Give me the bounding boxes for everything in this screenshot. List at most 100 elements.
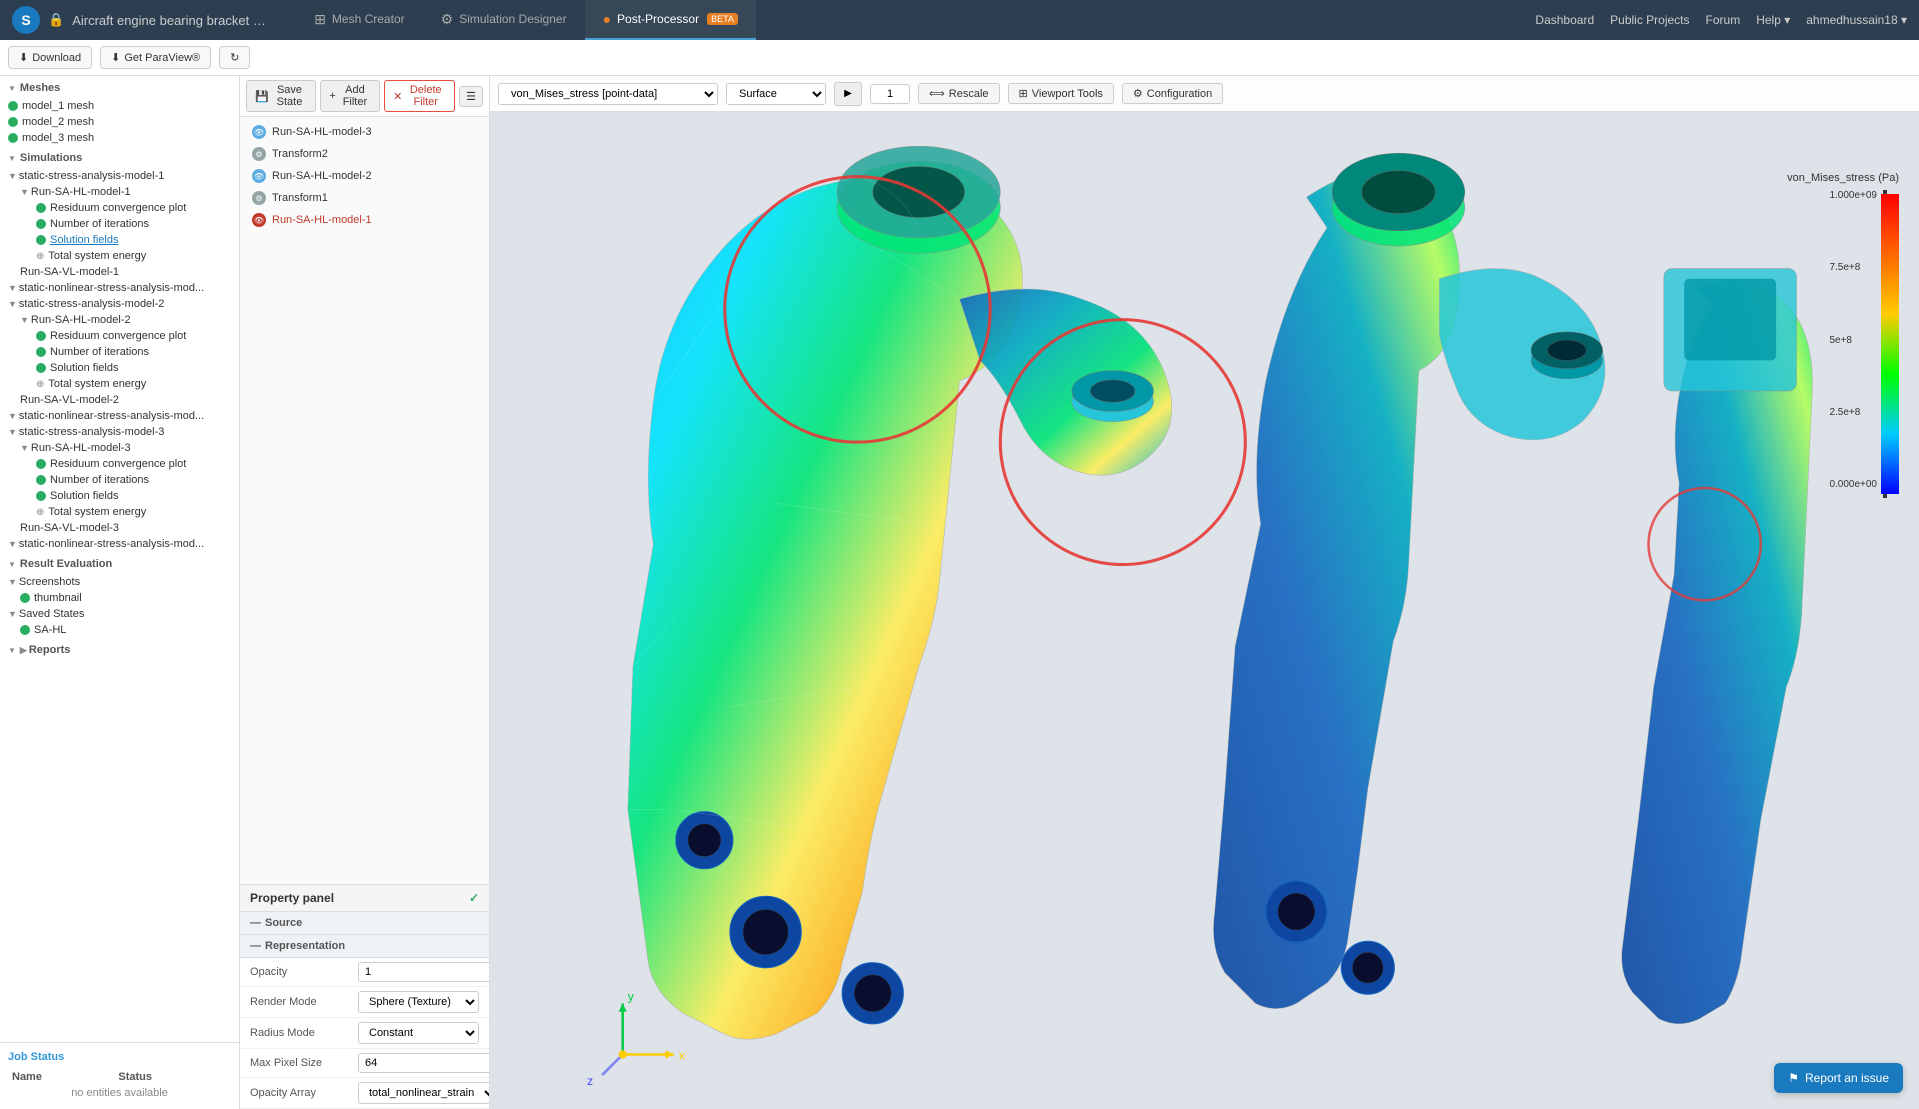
pipeline-item-transform2[interactable]: ⚙ Transform2 bbox=[240, 143, 489, 165]
tree-label: Solution fields bbox=[50, 362, 119, 374]
simulations-section-header[interactable]: Simulations bbox=[0, 146, 239, 168]
opacity-array-select[interactable]: total_nonlinear_strain von_Mises_stress bbox=[358, 1082, 489, 1104]
tree-model-2-mesh[interactable]: model_2 mesh bbox=[0, 114, 239, 130]
nav-public-projects-link[interactable]: Public Projects bbox=[1610, 13, 1689, 27]
tree-solution-fields-2[interactable]: Solution fields bbox=[0, 360, 239, 376]
tree-static-nonlinear-3[interactable]: ▼ static-nonlinear-stress-analysis-mod..… bbox=[0, 536, 239, 552]
rescale-label: Rescale bbox=[949, 88, 989, 100]
tree-run-sa-vl-1[interactable]: Run-SA-VL-model-1 bbox=[0, 264, 239, 280]
paraview-icon: ⬇ bbox=[111, 51, 120, 64]
legend-bar bbox=[1881, 194, 1899, 494]
tree-label: Run-SA-VL-model-3 bbox=[20, 522, 119, 534]
tree-model-3-mesh[interactable]: model_3 mesh bbox=[0, 130, 239, 146]
collapse-icon: — bbox=[250, 940, 261, 952]
download-button[interactable]: ⬇ Download bbox=[8, 46, 92, 69]
tree-static-nonlinear-2[interactable]: ▼ static-nonlinear-stress-analysis-mod..… bbox=[0, 408, 239, 424]
tree-label-link[interactable]: Solution fields bbox=[50, 234, 119, 246]
property-panel-header[interactable]: Property panel ✓ bbox=[240, 885, 489, 912]
tree-system-energy-1[interactable]: ⊕ Total system energy bbox=[0, 248, 239, 264]
tree-label: Run-SA-VL-model-2 bbox=[20, 394, 119, 406]
left-sidebar: Meshes model_1 mesh model_2 mesh model_3… bbox=[0, 76, 240, 1109]
tree-sa-hl[interactable]: SA-HL bbox=[0, 622, 239, 638]
meshes-section-header[interactable]: Meshes bbox=[0, 76, 239, 98]
tree-thumbnail[interactable]: thumbnail bbox=[0, 590, 239, 606]
tree-solution-fields-3[interactable]: Solution fields bbox=[0, 488, 239, 504]
refresh-button[interactable]: ↻ bbox=[219, 46, 250, 69]
source-section-header[interactable]: — Source bbox=[240, 912, 489, 935]
tree-label: Run-SA-VL-model-1 bbox=[20, 266, 119, 278]
tree-static-1[interactable]: ▼ static-stress-analysis-model-1 bbox=[0, 168, 239, 184]
pipeline-extra-button[interactable]: ☰ bbox=[459, 86, 483, 107]
save-state-button[interactable]: 💾 Save State bbox=[246, 80, 316, 112]
pipeline-item-transform1[interactable]: ⚙ Transform1 bbox=[240, 187, 489, 209]
reports-label: Reports bbox=[29, 644, 71, 656]
tree-label: Run-SA-HL-model-3 bbox=[31, 442, 131, 454]
representation-select[interactable]: Surface Wireframe Points bbox=[726, 83, 826, 105]
tab-post-processor[interactable]: ● Post-Processor BETA bbox=[585, 0, 756, 40]
frame-input[interactable] bbox=[870, 84, 910, 104]
tree-residuum-3[interactable]: Residuum convergence plot bbox=[0, 456, 239, 472]
get-paraview-button[interactable]: ⬇ Get ParaView® bbox=[100, 46, 211, 69]
tree-run-sa-hl-2[interactable]: ▼ Run-SA-HL-model-2 bbox=[0, 312, 239, 328]
tree-static-nonlinear-1[interactable]: ▼ static-nonlinear-stress-analysis-mod..… bbox=[0, 280, 239, 296]
result-eval-label: Result Evaluation bbox=[20, 558, 112, 570]
tree-system-energy-3[interactable]: ⊕ Total system energy bbox=[0, 504, 239, 520]
tree-run-sa-hl-1[interactable]: ▼ Run-SA-HL-model-1 bbox=[0, 184, 239, 200]
pipeline-item-run-sa-hl-3[interactable]: 👁 Run-SA-HL-model-3 bbox=[240, 121, 489, 143]
report-issue-button[interactable]: ⚑ Report an issue bbox=[1774, 1063, 1903, 1093]
viewport-tools-label: Viewport Tools bbox=[1032, 88, 1103, 100]
configuration-button[interactable]: ⚙ Configuration bbox=[1122, 83, 1223, 104]
result-eval-header[interactable]: Result Evaluation bbox=[0, 552, 239, 574]
delete-filter-button[interactable]: ✕ Delete Filter bbox=[384, 80, 455, 112]
tree-label: static-nonlinear-stress-analysis-mod... bbox=[19, 538, 204, 550]
reports-header[interactable]: ▶ Reports bbox=[0, 638, 239, 660]
tree-label: Total system energy bbox=[48, 506, 146, 518]
tab-simulation-designer[interactable]: ⚙ Simulation Designer bbox=[423, 0, 585, 40]
max-pixel-label: Max Pixel Size bbox=[250, 1057, 350, 1069]
tree-residuum-2[interactable]: Residuum convergence plot bbox=[0, 328, 239, 344]
pipeline-item-run-sa-hl-1[interactable]: 👁 Run-SA-HL-model-1 bbox=[240, 209, 489, 231]
tab-mesh-creator[interactable]: ⊞ Mesh Creator bbox=[296, 0, 422, 40]
rescale-button[interactable]: ⟺ Rescale bbox=[918, 83, 1000, 104]
arrow-icon: ▼ bbox=[20, 443, 29, 453]
tree-run-sa-vl-2[interactable]: Run-SA-VL-model-2 bbox=[0, 392, 239, 408]
representation-section-header[interactable]: — Representation bbox=[240, 935, 489, 958]
tree-iterations-3[interactable]: Number of iterations bbox=[0, 472, 239, 488]
tree-solution-fields-1[interactable]: Solution fields bbox=[0, 232, 239, 248]
nav-dashboard-link[interactable]: Dashboard bbox=[1535, 13, 1594, 27]
add-filter-button[interactable]: + Add Filter bbox=[320, 80, 380, 112]
tree-run-sa-hl-3[interactable]: ▼ Run-SA-HL-model-3 bbox=[0, 440, 239, 456]
tree-residuum-1[interactable]: Residuum convergence plot bbox=[0, 200, 239, 216]
eye-icon: 👁 bbox=[252, 169, 266, 183]
nav-help-link[interactable]: Help ▾ bbox=[1756, 13, 1790, 27]
plus-icon: + bbox=[329, 90, 335, 102]
tree-iterations-2[interactable]: Number of iterations bbox=[0, 344, 239, 360]
pipeline-item-run-sa-hl-2[interactable]: 👁 Run-SA-HL-model-2 bbox=[240, 165, 489, 187]
max-pixel-input[interactable] bbox=[358, 1053, 489, 1073]
download-icon: ⬇ bbox=[19, 51, 28, 64]
scene-container[interactable]: x y z von_Mises_stress (Pa) 1.000e+09 7.… bbox=[490, 112, 1919, 1109]
tree-run-sa-vl-3[interactable]: Run-SA-VL-model-3 bbox=[0, 520, 239, 536]
play-button[interactable]: ▶ bbox=[834, 82, 862, 106]
field-select[interactable]: von_Mises_stress [point-data] total_nonl… bbox=[498, 83, 718, 105]
tree-screenshots[interactable]: ▼ Screenshots bbox=[0, 574, 239, 590]
tree-saved-states[interactable]: ▼ Saved States bbox=[0, 606, 239, 622]
tree-iterations-1[interactable]: Number of iterations bbox=[0, 216, 239, 232]
tree-label: Residuum convergence plot bbox=[50, 458, 186, 470]
tree-label: Solution fields bbox=[50, 490, 119, 502]
status-dot-green bbox=[8, 117, 18, 127]
render-mode-select[interactable]: Sphere (Texture) Points Sphere bbox=[358, 991, 479, 1013]
tree-system-energy-2[interactable]: ⊕ Total system energy bbox=[0, 376, 239, 392]
nav-forum-link[interactable]: Forum bbox=[1706, 13, 1741, 27]
user-menu[interactable]: ahmedhussain18 ▾ bbox=[1806, 13, 1907, 27]
opacity-input[interactable] bbox=[358, 962, 489, 982]
viewport-tools-button[interactable]: ⊞ Viewport Tools bbox=[1008, 83, 1114, 104]
tree-static-2[interactable]: ▼ static-stress-analysis-model-2 bbox=[0, 296, 239, 312]
status-dot-green bbox=[36, 459, 46, 469]
col-status-header: Status bbox=[114, 1069, 231, 1085]
lock-icon: 🔒 bbox=[48, 12, 64, 28]
tree-model-1-mesh[interactable]: model_1 mesh bbox=[0, 98, 239, 114]
radius-mode-select[interactable]: Constant Variable bbox=[358, 1022, 479, 1044]
tree-static-3[interactable]: ▼ static-stress-analysis-model-3 bbox=[0, 424, 239, 440]
viewport[interactable]: von_Mises_stress [point-data] total_nonl… bbox=[490, 76, 1919, 1109]
